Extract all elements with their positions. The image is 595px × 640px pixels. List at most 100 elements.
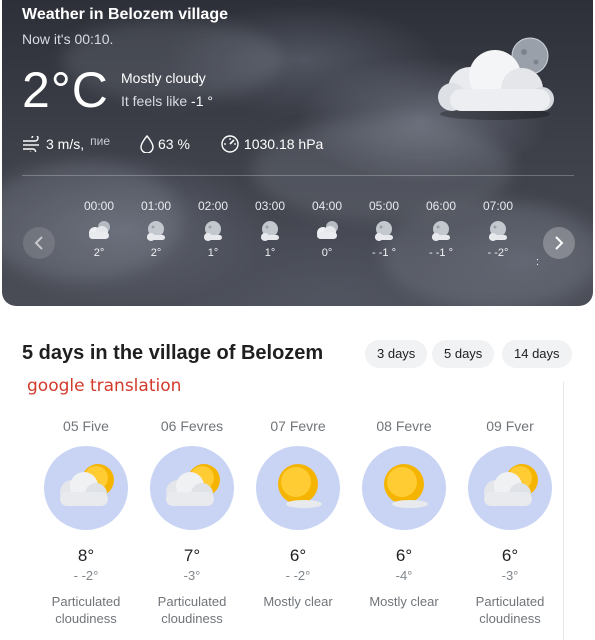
tab-14-days[interactable]: 14 days — [502, 340, 572, 368]
hour-item: 03:00 1° — [241, 199, 299, 259]
translation-note: google translation — [27, 376, 182, 396]
hour-time: 01:00 — [140, 199, 172, 213]
day-max-temp: 6° — [501, 546, 519, 565]
day-description: Mostly clear — [248, 593, 348, 610]
pressure-stat: 1030.18 hPa — [220, 135, 323, 153]
feels-like-label: It feels like — [121, 93, 188, 109]
hour-temp: - -1 ° — [429, 247, 453, 259]
divider — [563, 382, 564, 640]
page-title: Weather in Belozem village — [22, 6, 228, 23]
chevron-left-icon — [34, 236, 43, 250]
cloud-moon-icon — [89, 221, 110, 239]
day-icon-circle — [150, 446, 234, 530]
hour-temp: 2° — [150, 247, 162, 259]
current-stats: 3 m/s, пие 63 % 1030.18 hPa — [22, 134, 353, 153]
day-icon-circle — [44, 446, 128, 530]
sun-small-cloud-icon — [278, 464, 322, 508]
day-date: 07 Fevre — [270, 418, 326, 434]
sun-cloud-icon — [484, 464, 538, 506]
hour-item: 02:00 1° — [184, 199, 242, 259]
day-description: Particulated cloudiness — [36, 593, 136, 627]
hour-time: 03:00 — [254, 199, 286, 213]
moon-small-cloud-icon — [489, 221, 507, 241]
hour-item: 01:00 2° — [127, 199, 185, 259]
wind-speed: 3 m/s, — [46, 136, 85, 152]
day-date: 09 Fver — [486, 418, 534, 434]
moon-small-cloud-icon — [204, 221, 222, 241]
day-description-line: Mostly clear — [369, 594, 439, 609]
day-icon-circle — [362, 446, 446, 530]
hour-time: 04:00 — [311, 199, 343, 213]
day-min-temp: - -2° — [73, 568, 99, 583]
hour-temp: - -2° — [487, 247, 509, 259]
chevron-right-icon — [555, 236, 564, 250]
current-weather-card: Weather in Belozem village Now it's 00:1… — [2, 0, 593, 306]
day-date: 06 Fevres — [160, 418, 224, 434]
tab-3-days[interactable]: 3 days — [365, 340, 428, 368]
hour-time: 00:00 — [83, 199, 115, 213]
forecast-title: 5 days in the village of Belozem — [22, 342, 324, 364]
hour-item: 05:00 - -1 ° — [355, 199, 413, 259]
divider — [22, 175, 574, 176]
hour-item: 00:00 2° — [70, 199, 128, 259]
hour-time: 02:00 — [197, 199, 229, 213]
humidity-value: 63 % — [158, 136, 190, 152]
hour-time: 06:00 — [425, 199, 457, 213]
day-min-temp: - -2° — [285, 568, 311, 583]
cloud-moon-icon — [438, 37, 554, 120]
day-date: 05 Five — [63, 418, 109, 434]
hour-item: 06:00 - -1 ° — [412, 199, 470, 259]
day-description-line: cloudiness — [479, 611, 541, 626]
droplet-icon — [140, 135, 154, 153]
humidity-stat: 63 % — [140, 135, 190, 153]
moon-small-cloud-icon — [375, 221, 393, 241]
hour-time: 07:00 — [482, 199, 514, 213]
day-min-temp: -3° — [501, 568, 519, 583]
day-max-temp: 7° — [183, 546, 201, 565]
day-max-temp: 8° — [77, 546, 95, 565]
hour-temp: - -1 ° — [372, 247, 396, 259]
cloud-moon-icon — [317, 221, 338, 239]
day-icon-circle — [468, 446, 552, 530]
forecast-panel: 5 days in the village of Belozem 3 days … — [2, 318, 593, 640]
day-description-line: cloudiness — [161, 611, 223, 626]
hour-item-cut: : — [536, 256, 540, 268]
hour-item: 07:00 - -2° — [469, 199, 527, 259]
current-condition: Mostly cloudy — [121, 70, 206, 86]
wind-icon — [23, 136, 39, 152]
moon-small-cloud-icon — [261, 221, 279, 241]
day-min-temp: -3° — [183, 568, 201, 583]
hour-time: 05:00 — [368, 199, 400, 213]
day-max-temp: 6° — [289, 546, 307, 565]
day-icon-circle — [256, 446, 340, 530]
sun-small-cloud-icon — [384, 464, 428, 508]
day-date: 08 Fevre — [376, 418, 432, 434]
day-description-line: Particulated — [51, 594, 121, 609]
hourly-prev-button[interactable] — [23, 227, 55, 259]
day-max-temp: 6° — [395, 546, 413, 565]
day-card[interactable]: 09 Fver 6° -3° Particulated cloudiness — [460, 418, 560, 627]
day-description: Particulated cloudiness — [460, 593, 560, 627]
hour-temp: 0° — [321, 247, 333, 259]
day-card[interactable]: 08 Fevre 6° -4° Mostly clear — [354, 418, 454, 610]
day-card[interactable]: 07 Fevre 6° - -2° Mostly clear — [248, 418, 348, 610]
wind-direction: пие — [90, 134, 110, 148]
day-card[interactable]: 06 Fevres 7° -3° Particulated cloudiness — [142, 418, 242, 627]
sun-cloud-icon — [60, 464, 114, 506]
day-min-temp: -4° — [395, 568, 413, 583]
moon-small-cloud-icon — [432, 221, 450, 241]
day-description: Mostly clear — [354, 593, 454, 610]
feels-like-value: -1 ° — [191, 93, 213, 109]
hourly-next-button[interactable] — [543, 227, 575, 259]
hour-temp: 1° — [264, 247, 276, 259]
day-description-line: Particulated — [157, 594, 227, 609]
sun-cloud-icon — [166, 464, 220, 506]
hour-temp: 1° — [207, 247, 219, 259]
pressure-value: 1030.18 hPa — [243, 136, 324, 152]
moon-small-cloud-icon — [147, 221, 165, 241]
hour-temp: 2° — [93, 247, 105, 259]
day-card[interactable]: 05 Five 8° - -2° Particulated cloudiness — [36, 418, 136, 627]
current-temperature: 2°C — [22, 62, 109, 118]
day-description-line: Mostly clear — [263, 594, 333, 609]
tab-5-days[interactable]: 5 days — [432, 340, 495, 368]
